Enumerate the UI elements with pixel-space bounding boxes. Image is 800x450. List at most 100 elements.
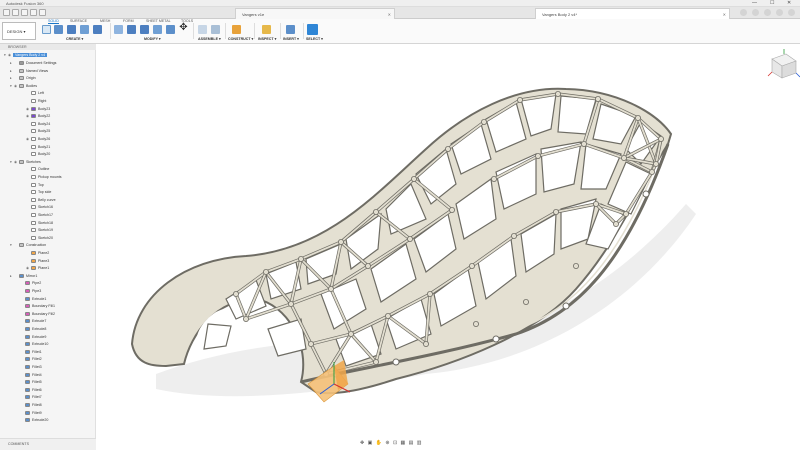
browser-item[interactable]: Extrude9: [16, 335, 46, 342]
joint-icon[interactable]: [211, 25, 220, 34]
tab-solid[interactable]: SOLID: [48, 19, 59, 24]
tab-surface[interactable]: SURFACE: [70, 19, 87, 23]
browser-item[interactable]: Top side: [22, 190, 51, 197]
extrude-icon[interactable]: [67, 25, 76, 34]
grid-menu-icon[interactable]: [3, 9, 10, 16]
shell-icon[interactable]: [153, 25, 162, 34]
browser-item[interactable]: Body20: [22, 152, 50, 159]
zoom-icon[interactable]: ⊕: [385, 440, 390, 446]
browser-item[interactable]: Pipe3: [16, 289, 41, 296]
select-menu[interactable]: SELECT ▾: [306, 37, 323, 41]
minimize-button[interactable]: —: [752, 0, 757, 6]
browser-item[interactable]: ▸ Mirror1: [10, 274, 37, 281]
design-viewport[interactable]: [96, 44, 800, 438]
browser-item[interactable]: ▾ ◉ Sketches: [10, 160, 41, 167]
browser-item[interactable]: Fillet8: [16, 403, 42, 410]
save-icon[interactable]: [21, 9, 28, 16]
clock-icon[interactable]: [764, 9, 771, 16]
fit-icon[interactable]: ⊡: [393, 440, 398, 446]
browser-item[interactable]: Extrude10: [16, 342, 48, 349]
browser-item[interactable]: ▾ ◉ Bodies: [10, 84, 37, 91]
lattice-model[interactable]: [96, 44, 800, 438]
browser-item[interactable]: Sketch19: [22, 228, 53, 235]
browser-item[interactable]: Sketch17: [22, 213, 53, 220]
select-icon[interactable]: [307, 24, 318, 35]
tab-sheet-metal[interactable]: SHEET METAL: [146, 19, 171, 23]
browser-item[interactable]: Outline: [22, 167, 49, 174]
browser-item[interactable]: ▸ Origin: [10, 76, 36, 83]
new-sketch-icon[interactable]: [42, 25, 51, 34]
browser-item[interactable]: Extrude20: [16, 418, 48, 425]
browser-item[interactable]: Boundary Fill1: [16, 304, 55, 311]
tab-vangers-v1e[interactable]: Vangers v1e ✕: [235, 8, 395, 19]
redo-icon[interactable]: [39, 9, 46, 16]
create-form-icon[interactable]: [54, 25, 63, 34]
file-menu-icon[interactable]: [12, 9, 19, 16]
browser-item[interactable]: Fillet9: [16, 411, 42, 418]
browser-item[interactable]: Pipe2: [16, 281, 41, 288]
fillet-icon[interactable]: [127, 25, 136, 34]
browser-item[interactable]: Body21: [22, 145, 50, 152]
move-icon[interactable]: ✥: [179, 22, 188, 33]
browser-item[interactable]: ▾ Construction: [10, 243, 46, 250]
browser-item[interactable]: Extrude1: [16, 297, 46, 304]
browser-item[interactable]: Extrude7: [16, 319, 46, 326]
browser-item[interactable]: Sketch20: [22, 236, 53, 243]
create-menu[interactable]: CREATE ▾: [66, 37, 83, 41]
browser-item[interactable]: Pickup mounts: [22, 175, 62, 182]
grid-icon[interactable]: ▤: [409, 440, 415, 446]
browser-item[interactable]: Extrude8: [16, 327, 46, 334]
insert-menu[interactable]: INSERT ▾: [283, 37, 299, 41]
revolve-icon[interactable]: [80, 25, 89, 34]
browser-item[interactable]: Fillet3: [16, 365, 42, 372]
new-tab-icon[interactable]: [740, 9, 747, 16]
press-pull-icon[interactable]: [114, 25, 123, 34]
chevron-right-icon[interactable]: ▸: [10, 76, 14, 80]
assemble-menu[interactable]: ASSEMBLE ▾: [198, 37, 221, 41]
tab-form[interactable]: FORM: [123, 19, 134, 23]
offset-plane-icon[interactable]: [232, 25, 241, 34]
close-icon[interactable]: ✕: [388, 12, 391, 17]
close-icon[interactable]: ✕: [723, 12, 726, 17]
browser-item[interactable]: Top: [22, 183, 44, 190]
view-cube[interactable]: [767, 49, 800, 79]
maximize-button[interactable]: ☐: [770, 0, 774, 6]
browser-item[interactable]: Plane3: [22, 259, 49, 266]
hole-icon[interactable]: [93, 25, 102, 34]
browser-item[interactable]: Fillet1: [16, 350, 42, 357]
chamfer-icon[interactable]: [140, 25, 149, 34]
chevron-right-icon[interactable]: ▸: [10, 61, 14, 65]
notifications-icon[interactable]: [776, 9, 783, 16]
browser-item[interactable]: Plane2: [22, 251, 49, 258]
close-window-button[interactable]: ✕: [787, 0, 791, 6]
browser-item[interactable]: ◉ Body22: [22, 114, 50, 121]
browser-item[interactable]: Body25: [22, 129, 50, 136]
browser-root[interactable]: ▾ ◉ Vangers Body 2 v4: [4, 53, 48, 60]
inspect-menu[interactable]: INSPECT ▾: [258, 37, 276, 41]
lattice-body[interactable]: [130, 87, 673, 395]
comments-panel[interactable]: COMMENTS: [0, 438, 96, 450]
browser-item[interactable]: ◉ Body23: [22, 107, 50, 114]
browser-item[interactable]: Fillet2: [16, 357, 42, 364]
browser-item[interactable]: ▸ Named Views: [10, 69, 48, 76]
construct-menu[interactable]: CONSTRUCT ▾: [228, 37, 253, 41]
browser-item[interactable]: Body24: [22, 122, 50, 129]
browser-item[interactable]: Boundary Fill2: [16, 312, 55, 319]
browser-item[interactable]: Sketch16: [22, 205, 53, 212]
extensions-icon[interactable]: [752, 9, 759, 16]
browser-item[interactable]: ◉ Body26: [22, 137, 50, 144]
orbit-icon[interactable]: ✥: [360, 440, 365, 446]
insert-image-icon[interactable]: [286, 25, 295, 34]
browser-item[interactable]: Right: [22, 99, 46, 106]
undo-icon[interactable]: [30, 9, 37, 16]
tab-mesh[interactable]: MESH: [100, 19, 110, 23]
browser-item[interactable]: Fillet7: [16, 395, 42, 402]
chevron-down-icon[interactable]: ▾: [10, 243, 14, 247]
chevron-right-icon[interactable]: ▸: [10, 69, 14, 73]
measure-icon[interactable]: [262, 25, 271, 34]
display-settings-icon[interactable]: ▦: [401, 440, 407, 446]
chevron-right-icon[interactable]: ▸: [10, 274, 14, 278]
workspace-switcher[interactable]: DESIGN ▾: [2, 22, 36, 40]
pan-icon[interactable]: ✋: [376, 440, 383, 446]
look-at-icon[interactable]: ▣: [368, 440, 374, 446]
